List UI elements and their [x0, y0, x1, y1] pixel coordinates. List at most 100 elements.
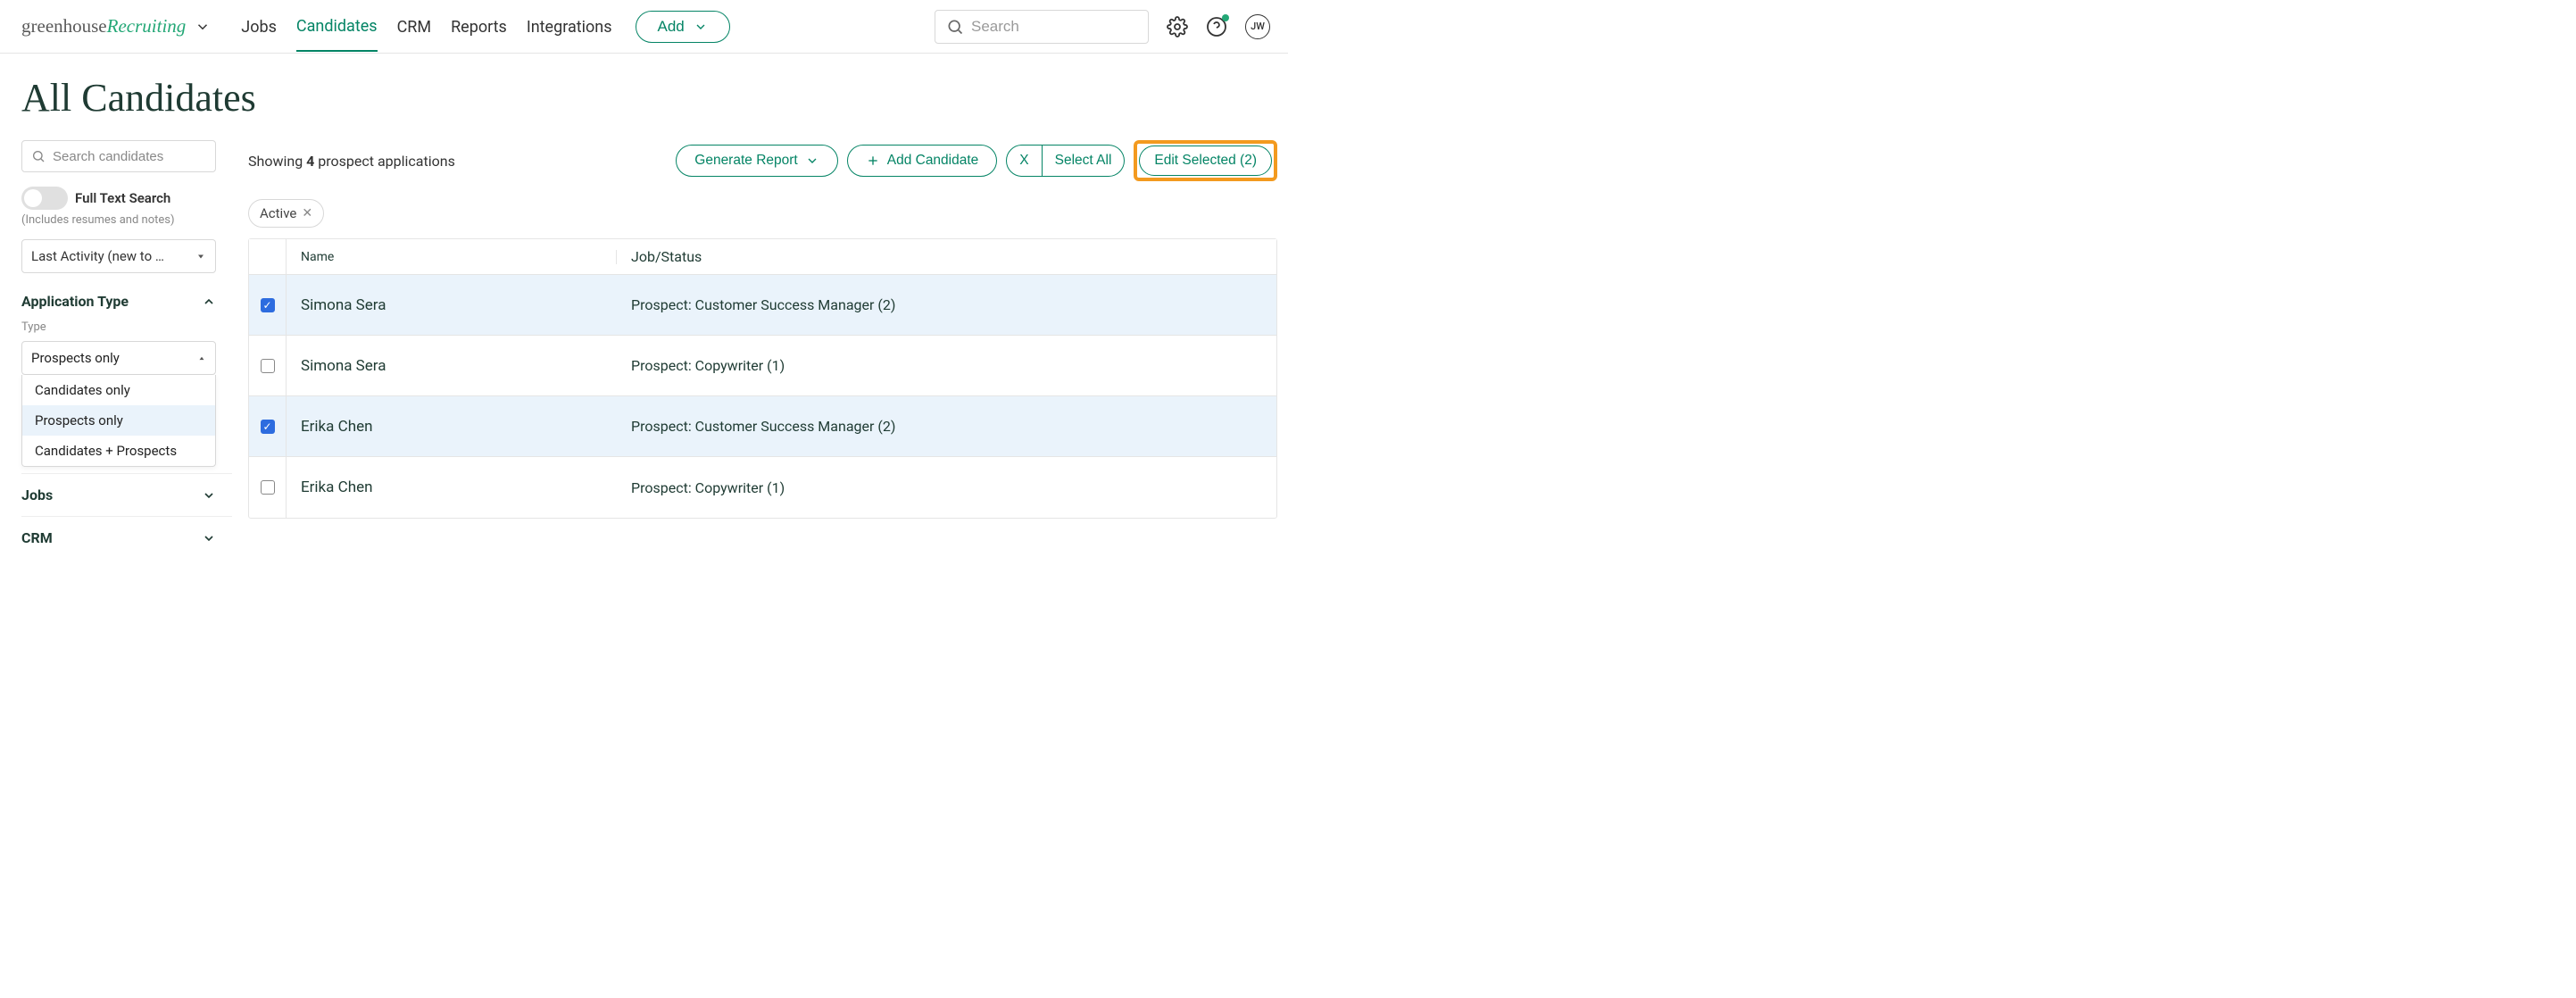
- user-avatar[interactable]: JW: [1245, 14, 1270, 39]
- row-checkbox[interactable]: [261, 420, 275, 434]
- crm-filter-label: CRM: [21, 529, 53, 546]
- plus-icon: [866, 154, 880, 168]
- avatar-initials: JW: [1251, 21, 1265, 32]
- full-text-search-row: Full Text Search: [21, 187, 232, 210]
- full-text-search-subtext: (Includes resumes and notes): [21, 213, 232, 227]
- candidate-search[interactable]: [21, 140, 216, 172]
- candidates-table: Name Job/Status Simona SeraProspect: Cus…: [248, 238, 1277, 519]
- candidate-search-input[interactable]: [53, 149, 206, 164]
- filter-chip-active: Active ✕: [248, 199, 324, 228]
- add-button[interactable]: Add: [636, 11, 730, 43]
- global-search[interactable]: [935, 10, 1149, 44]
- toolbar: Showing 4 prospect applications Generate…: [248, 140, 1277, 181]
- nav-integrations[interactable]: Integrations: [527, 2, 612, 51]
- help-icon[interactable]: [1206, 16, 1227, 37]
- type-select: Prospects only Candidates only Prospects…: [21, 341, 216, 375]
- chevron-down-icon: [694, 20, 708, 34]
- page-body: Full Text Search (Includes resumes and n…: [0, 140, 1288, 546]
- application-type-header[interactable]: Application Type: [21, 293, 232, 310]
- type-select-value: Prospects only: [31, 350, 120, 366]
- search-icon: [946, 18, 964, 36]
- bulk-clear-button[interactable]: X: [1006, 145, 1042, 177]
- crm-filter-header[interactable]: CRM: [21, 516, 232, 546]
- logo-text-2: Recruiting: [107, 15, 187, 37]
- chevron-down-icon[interactable]: [195, 19, 211, 35]
- showing-post: prospect applications: [314, 153, 455, 170]
- row-checkbox[interactable]: [261, 298, 275, 312]
- topbar-right: JW: [935, 10, 1270, 44]
- row-status: Prospect: Customer Success Manager (2): [617, 296, 1276, 313]
- row-checkbox-cell: [249, 275, 287, 335]
- showing-pre: Showing: [248, 153, 306, 170]
- search-icon: [31, 149, 46, 163]
- type-select-trigger[interactable]: Prospects only: [21, 341, 216, 375]
- edit-selected-label: Edit Selected (2): [1154, 153, 1257, 169]
- row-status: Prospect: Customer Success Manager (2): [617, 418, 1276, 435]
- main-content: Showing 4 prospect applications Generate…: [232, 140, 1288, 546]
- product-logo[interactable]: greenhouse Recruiting: [21, 15, 211, 37]
- chevron-up-icon: [202, 295, 216, 309]
- nav-reports[interactable]: Reports: [451, 2, 507, 51]
- row-name: Simona Sera: [287, 296, 617, 314]
- row-checkbox[interactable]: [261, 359, 275, 373]
- close-icon[interactable]: ✕: [302, 206, 312, 220]
- generate-report-label: Generate Report: [694, 153, 797, 169]
- row-checkbox-cell: [249, 336, 287, 395]
- full-text-search-label: Full Text Search: [75, 190, 170, 206]
- type-option-both[interactable]: Candidates + Prospects: [22, 436, 215, 466]
- header-name: Name: [287, 250, 617, 264]
- table-header: Name Job/Status: [249, 239, 1276, 275]
- row-checkbox-cell: [249, 457, 287, 518]
- showing-count: 4: [306, 153, 314, 170]
- row-checkbox-cell: [249, 396, 287, 456]
- row-status: Prospect: Copywriter (1): [617, 357, 1276, 374]
- chevron-down-icon: [202, 531, 216, 545]
- edit-selected-highlight: Edit Selected (2): [1134, 140, 1277, 181]
- row-name: Simona Sera: [287, 357, 617, 375]
- table-row[interactable]: Simona SeraProspect: Copywriter (1): [249, 336, 1276, 396]
- caret-down-icon: [195, 251, 206, 262]
- chevron-down-icon: [202, 488, 216, 503]
- bulk-select-group: X Select All: [1006, 145, 1125, 177]
- primary-nav: Jobs Candidates CRM Reports Integrations: [241, 1, 611, 52]
- type-option-prospects-only[interactable]: Prospects only: [22, 405, 215, 436]
- select-all-button[interactable]: Select All: [1043, 145, 1126, 177]
- application-type-label: Application Type: [21, 293, 129, 310]
- page-title: All Candidates: [21, 75, 1288, 121]
- filter-sidebar: Full Text Search (Includes resumes and n…: [0, 140, 232, 546]
- type-option-candidates-only[interactable]: Candidates only: [22, 375, 215, 405]
- header-status: Job/Status: [617, 248, 1276, 265]
- gear-icon[interactable]: [1167, 16, 1188, 37]
- row-checkbox[interactable]: [261, 480, 275, 495]
- add-candidate-label: Add Candidate: [887, 153, 979, 169]
- application-type-filter: Application Type Type Prospects only Can…: [21, 293, 232, 375]
- jobs-filter-header[interactable]: Jobs: [21, 473, 232, 503]
- generate-report-button[interactable]: Generate Report: [676, 145, 837, 177]
- add-button-label: Add: [658, 18, 685, 36]
- row-status: Prospect: Copywriter (1): [617, 479, 1276, 496]
- global-search-input[interactable]: [971, 18, 1137, 36]
- full-text-search-toggle[interactable]: [21, 187, 68, 210]
- type-select-menu: Candidates only Prospects only Candidate…: [21, 375, 216, 467]
- filter-chip-label: Active: [260, 205, 296, 221]
- nav-candidates[interactable]: Candidates: [296, 1, 378, 52]
- logo-text-1: greenhouse: [21, 15, 107, 37]
- add-candidate-button[interactable]: Add Candidate: [847, 145, 998, 177]
- nav-jobs[interactable]: Jobs: [241, 2, 277, 51]
- top-navbar: greenhouse Recruiting Jobs Candidates CR…: [0, 0, 1288, 54]
- table-row[interactable]: Erika ChenProspect: Customer Success Man…: [249, 396, 1276, 457]
- table-row[interactable]: Simona SeraProspect: Customer Success Ma…: [249, 275, 1276, 336]
- table-row[interactable]: Erika ChenProspect: Copywriter (1): [249, 457, 1276, 518]
- results-count: Showing 4 prospect applications: [248, 153, 455, 170]
- row-name: Erika Chen: [287, 418, 617, 436]
- type-label: Type: [21, 320, 232, 334]
- edit-selected-button[interactable]: Edit Selected (2): [1139, 146, 1272, 176]
- toolbar-buttons: Generate Report Add Candidate X Select A…: [676, 140, 1277, 181]
- chevron-down-icon: [805, 154, 819, 168]
- sort-select[interactable]: Last Activity (new to …: [21, 239, 216, 273]
- caret-up-icon: [197, 353, 206, 362]
- header-checkbox-cell: [249, 239, 287, 274]
- nav-crm[interactable]: CRM: [397, 2, 432, 51]
- row-name: Erika Chen: [287, 478, 617, 496]
- notification-dot: [1222, 14, 1229, 21]
